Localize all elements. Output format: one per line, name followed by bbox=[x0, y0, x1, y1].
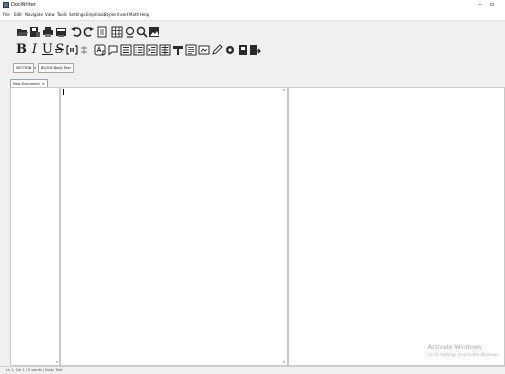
outdent-icon[interactable] bbox=[158, 43, 171, 57]
open-folder-icon[interactable] bbox=[15, 25, 28, 39]
menu-insert[interactable]: Insert bbox=[117, 12, 128, 18]
menu-view[interactable]: View bbox=[45, 12, 55, 18]
menu-emphasis[interactable]: Emphasis bbox=[86, 12, 105, 18]
maximize-button[interactable]: ▫ bbox=[486, 1, 498, 9]
menu-styles[interactable]: Styles bbox=[104, 12, 116, 18]
text-cursor bbox=[63, 89, 64, 95]
link-icon[interactable] bbox=[197, 43, 210, 57]
window-title: DocWriter bbox=[11, 2, 36, 8]
menu-math[interactable]: Math bbox=[129, 12, 139, 18]
editor-scroll-up-arrow[interactable] bbox=[283, 89, 285, 91]
print-icon[interactable] bbox=[41, 25, 54, 39]
subscript-icon[interactable] bbox=[93, 43, 106, 57]
list-icon[interactable] bbox=[119, 43, 132, 57]
menu-bar: File Edit Navigate View Tools Settings E… bbox=[0, 11, 505, 21]
numbered-list-icon[interactable] bbox=[132, 43, 145, 57]
align-icon[interactable] bbox=[171, 43, 184, 57]
outline-pane[interactable] bbox=[10, 87, 60, 366]
menu-tools[interactable]: Tools bbox=[57, 12, 67, 18]
activation-watermark-title: Activate Windows bbox=[428, 344, 482, 351]
main-toolbar bbox=[15, 25, 175, 41]
menu-edit[interactable]: Edit bbox=[14, 12, 22, 18]
minimize-button[interactable]: – bbox=[474, 1, 486, 9]
menu-file[interactable]: File bbox=[3, 12, 10, 18]
preview-pane[interactable] bbox=[288, 87, 505, 366]
menu-navigate[interactable]: Navigate bbox=[25, 12, 43, 18]
indent-icon[interactable] bbox=[145, 43, 158, 57]
breadcrumb-block[interactable]: BLOCK Body Text bbox=[38, 63, 74, 73]
bold-icon[interactable]: B bbox=[15, 43, 28, 57]
gear-icon[interactable] bbox=[223, 43, 236, 57]
app-icon bbox=[3, 2, 9, 8]
print-preview-icon[interactable] bbox=[54, 25, 67, 39]
export-icon[interactable] bbox=[248, 43, 261, 57]
activation-watermark-subtitle: Go to Settings to activate Windows. bbox=[428, 352, 500, 357]
outline-scroll-down-arrow[interactable] bbox=[56, 361, 58, 363]
redo-icon[interactable] bbox=[82, 25, 95, 39]
table-icon[interactable] bbox=[110, 25, 123, 39]
close-icon[interactable]: × bbox=[42, 82, 45, 86]
undo-icon[interactable] bbox=[69, 25, 82, 39]
menu-help[interactable]: Help bbox=[140, 12, 149, 18]
document-icon[interactable] bbox=[95, 25, 108, 39]
paragraph-icon[interactable] bbox=[184, 43, 197, 57]
save-icon[interactable] bbox=[28, 25, 41, 39]
tab-label: New Document bbox=[13, 82, 40, 86]
title-bar: DocWriter – ▫ bbox=[0, 0, 505, 11]
breadcrumb-separator: » bbox=[34, 65, 37, 70]
pencil-icon[interactable] bbox=[210, 43, 223, 57]
menu-settings[interactable]: Settings bbox=[69, 12, 85, 18]
format-toolbar: B I U S bbox=[15, 43, 261, 59]
symbol-icon[interactable] bbox=[77, 43, 90, 57]
comment-icon[interactable] bbox=[106, 43, 119, 57]
italic-icon[interactable]: I bbox=[28, 43, 41, 57]
image-icon[interactable] bbox=[147, 25, 160, 39]
breadcrumb-section[interactable]: SECTION bbox=[13, 63, 35, 73]
editor-pane[interactable] bbox=[60, 87, 288, 366]
editor-scroll-down-arrow[interactable] bbox=[283, 361, 285, 363]
